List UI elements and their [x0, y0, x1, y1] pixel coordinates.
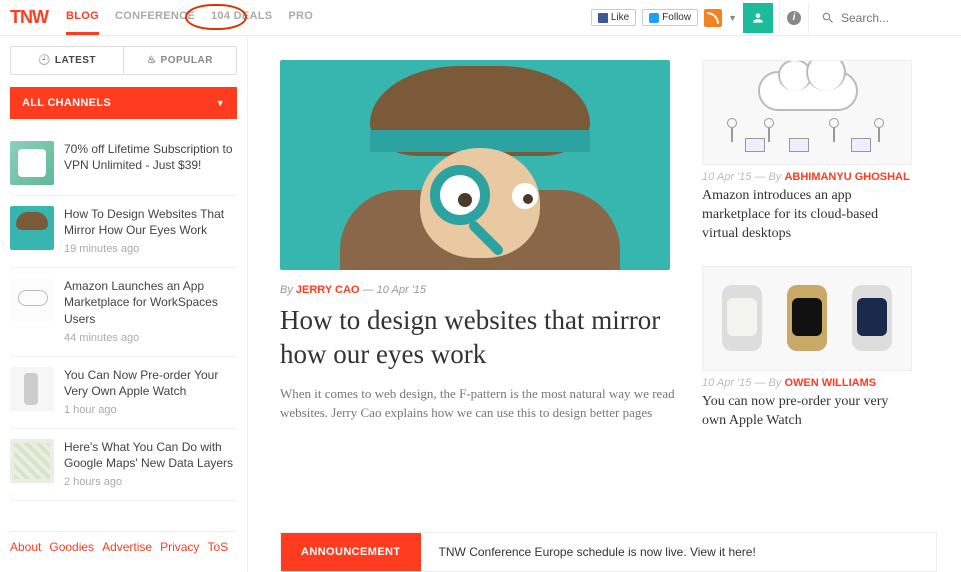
nav-blog[interactable]: BLOG	[66, 0, 99, 35]
thumb-icon	[10, 141, 54, 185]
user-icon	[751, 11, 765, 25]
list-item[interactable]: You Can Now Pre-order Your Very Own Appl…	[10, 357, 237, 429]
item-title: Here's What You Can Do with Google Maps'…	[64, 440, 233, 470]
card-by: By	[769, 377, 782, 389]
footer-advertise[interactable]: Advertise	[102, 540, 152, 554]
item-title: You Can Now Pre-order Your Very Own Appl…	[64, 368, 218, 398]
facebook-icon	[598, 13, 608, 23]
card-author[interactable]: OWEN WILLIAMS	[784, 377, 876, 389]
footer-about[interactable]: About	[10, 540, 41, 554]
main-content: By JERRY CAO — 10 Apr '15 How to design …	[248, 36, 961, 572]
headline: How to design websites that mirror how o…	[280, 304, 680, 372]
card-title: Amazon introduces an app marketplace for…	[702, 187, 914, 244]
search-input[interactable]	[841, 11, 951, 25]
info-button[interactable]: i	[779, 3, 809, 33]
footer-links: About Goodies Advertise Privacy ToS	[10, 531, 237, 562]
author-name[interactable]: JERRY CAO	[296, 284, 360, 296]
item-timestamp: 1 hour ago	[64, 403, 237, 418]
item-title: Amazon Launches an App Marketplace for W…	[64, 279, 218, 325]
card-author[interactable]: ABHIMANYU GHOSHAL	[784, 171, 909, 183]
tab-latest[interactable]: 🕘 LATEST	[11, 47, 124, 74]
sidebar: 🕘 LATEST ♨ POPULAR ALL CHANNELS ▼ 70% off …	[0, 36, 248, 572]
hero-image	[280, 60, 670, 270]
twitter-icon	[649, 13, 659, 23]
list-item[interactable]: Here's What You Can Do with Google Maps'…	[10, 429, 237, 501]
tab-popular-label: POPULAR	[161, 55, 213, 66]
card-thumb	[702, 60, 912, 165]
feature-article[interactable]: By JERRY CAO — 10 Apr '15 How to design …	[280, 60, 680, 572]
by-label: By	[280, 284, 293, 296]
right-column: 10 Apr '15 — By ABHIMANYU GHOSHAL Amazon…	[702, 60, 914, 572]
user-button[interactable]	[743, 3, 773, 33]
list-item[interactable]: 70% off Lifetime Subscription to VPN Unl…	[10, 131, 237, 196]
nav-links: BLOG CONFERENCE 104 DEALS PRO	[66, 0, 313, 35]
thumb-icon	[10, 206, 54, 250]
facebook-like-button[interactable]: Like	[591, 9, 636, 26]
list-item[interactable]: Amazon Launches an App Marketplace for W…	[10, 268, 237, 356]
footer-privacy[interactable]: Privacy	[160, 540, 199, 554]
tab-latest-label: LATEST	[55, 55, 96, 66]
card-by: By	[769, 171, 782, 183]
thumb-icon	[10, 439, 54, 483]
flame-icon: ♨	[147, 55, 156, 66]
tab-popular[interactable]: ♨ POPULAR	[124, 47, 236, 74]
footer-tos[interactable]: ToS	[207, 540, 228, 554]
card-date: 10 Apr '15	[702, 377, 751, 389]
announcement-tag: ANNOUNCEMENT	[281, 533, 421, 571]
sidebar-tabs: 🕘 LATEST ♨ POPULAR	[10, 46, 237, 75]
footer-goodies[interactable]: Goodies	[49, 540, 94, 554]
excerpt: When it comes to web design, the F-patte…	[280, 384, 680, 423]
nav-deals[interactable]: 104 DEALS	[211, 0, 272, 35]
card-byline: 10 Apr '15 — By OWEN WILLIAMS	[702, 377, 914, 389]
article-list: 70% off Lifetime Subscription to VPN Unl…	[10, 131, 237, 531]
search-wrap	[815, 11, 951, 25]
list-item[interactable]: How To Design Websites That Mirror How O…	[10, 196, 237, 268]
info-icon: i	[787, 11, 801, 25]
channels-dropdown[interactable]: ALL CHANNELS ▼	[10, 87, 237, 119]
announcement-bar[interactable]: ANNOUNCEMENT TNW Conference Europe sched…	[280, 532, 937, 572]
fb-like-label: Like	[611, 12, 629, 23]
item-timestamp: 2 hours ago	[64, 475, 237, 490]
nav-pro[interactable]: PRO	[288, 0, 313, 35]
nav-right: Like Follow ▼ i	[591, 3, 951, 33]
item-title: 70% off Lifetime Subscription to VPN Unl…	[64, 142, 233, 172]
card-date: 10 Apr '15	[702, 171, 751, 183]
card-article[interactable]: 10 Apr '15 — By ABHIMANYU GHOSHAL Amazon…	[702, 60, 914, 244]
search-icon[interactable]	[821, 11, 835, 25]
thumb-icon	[10, 367, 54, 411]
logo[interactable]: TNW	[10, 7, 48, 28]
announcement-text: TNW Conference Europe schedule is now li…	[439, 545, 756, 559]
top-nav: TNW BLOG CONFERENCE 104 DEALS PRO Like F…	[0, 0, 961, 36]
card-title: You can now pre-order your very own Appl…	[702, 393, 914, 431]
thumb-icon	[10, 278, 54, 322]
item-timestamp: 19 minutes ago	[64, 242, 237, 257]
channels-label: ALL CHANNELS	[22, 97, 111, 109]
card-byline: 10 Apr '15 — By ABHIMANYU GHOSHAL	[702, 171, 914, 183]
item-title: How To Design Websites That Mirror How O…	[64, 207, 224, 237]
nav-conference[interactable]: CONFERENCE	[115, 0, 195, 35]
chevron-down-icon: ▼	[216, 98, 225, 108]
card-article[interactable]: 10 Apr '15 — By OWEN WILLIAMS You can no…	[702, 266, 914, 431]
clock-icon: 🕘	[38, 55, 51, 66]
item-timestamp: 44 minutes ago	[64, 331, 237, 346]
article-date: 10 Apr '15	[377, 284, 426, 296]
rss-icon[interactable]	[704, 9, 722, 27]
card-thumb	[702, 266, 912, 371]
tw-follow-label: Follow	[662, 12, 691, 23]
twitter-follow-button[interactable]: Follow	[642, 9, 698, 26]
more-caret-icon[interactable]: ▼	[728, 13, 737, 23]
byline: By JERRY CAO — 10 Apr '15	[280, 284, 680, 296]
